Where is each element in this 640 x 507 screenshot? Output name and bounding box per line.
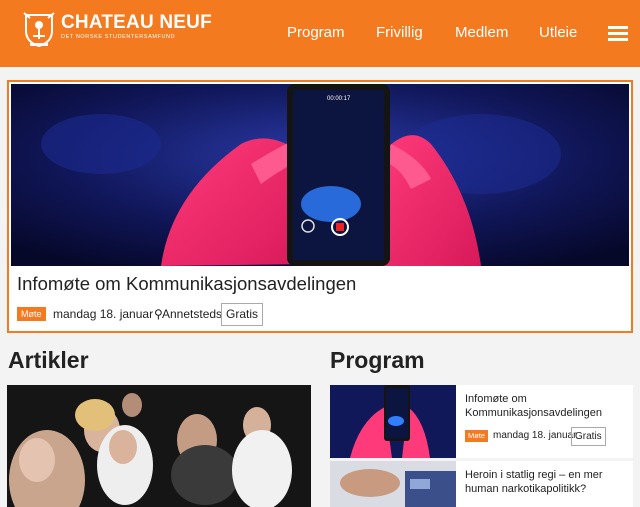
price-badge: Gratis <box>571 427 606 446</box>
program-item-title[interactable]: Infomøte om Kommunikasjonsavdelingen <box>465 392 630 420</box>
site-logo[interactable]: CHATEAU NEUF DET NORSKE STUDENTERSAMFUND <box>22 9 212 49</box>
program-list-item[interactable]: Infomøte om Kommunikasjonsavdelingen Møt… <box>330 385 633 458</box>
program-item-image <box>330 461 456 507</box>
menu-icon[interactable] <box>608 26 628 42</box>
event-location: Annetsteds <box>162 307 223 321</box>
program-item-meta: Møte mandag 18. januar Gratis <box>465 427 635 447</box>
nav-program[interactable]: Program <box>287 24 345 41</box>
featured-event-title[interactable]: Infomøte om Kommunikasjonsavdelingen <box>17 273 356 295</box>
program-heading: Program <box>330 347 425 373</box>
shield-logo-icon <box>23 12 55 47</box>
nav-medlem[interactable]: Medlem <box>455 24 508 41</box>
articles-heading: Artikler <box>8 347 89 373</box>
price-badge: Gratis <box>221 303 264 326</box>
program-item-image <box>330 385 456 458</box>
nav-frivillig[interactable]: Frivillig <box>376 24 423 41</box>
phone-timer: 00:00:17 <box>327 96 351 102</box>
site-header: CHATEAU NEUF DET NORSKE STUDENTERSAMFUND… <box>0 0 640 67</box>
event-date: mandag 18. januar <box>53 307 154 321</box>
nav-utleie[interactable]: Utleie <box>539 24 577 41</box>
event-date: mandag 18. januar <box>493 430 577 441</box>
program-item-title[interactable]: Heroin i statlig regi – en mer human nar… <box>465 468 630 496</box>
featured-event-card[interactable]: 00:00:17 Infomøte om Kommunikasjonsavdel… <box>7 80 633 333</box>
program-list-item[interactable]: Heroin i statlig regi – en mer human nar… <box>330 461 633 507</box>
event-type-tag: Møte <box>17 307 46 321</box>
logo-title: CHATEAU NEUF <box>61 12 212 33</box>
featured-event-image: 00:00:17 <box>11 84 629 266</box>
article-image[interactable] <box>7 385 311 507</box>
logo-subtitle: DET NORSKE STUDENTERSAMFUND <box>61 34 176 40</box>
event-type-tag: Møte <box>465 430 489 442</box>
